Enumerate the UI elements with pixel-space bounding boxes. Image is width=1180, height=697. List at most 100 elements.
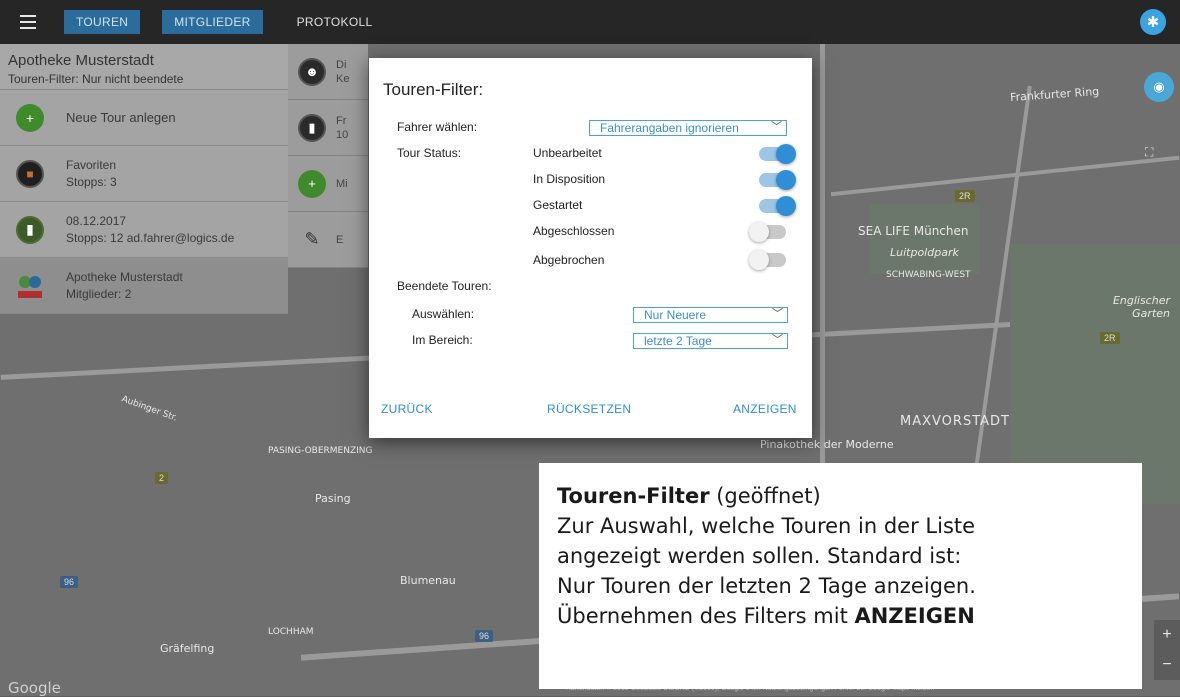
toggle-abgeschlossen[interactable]: [749, 222, 786, 242]
status-label-gestartet: Gestartet: [533, 198, 583, 212]
google-logo: Google: [8, 679, 61, 697]
driver-label: Fahrer wählen:: [397, 120, 478, 134]
finished-tours-label: Beendete Touren:: [397, 279, 492, 293]
chevron-down-icon: ﹀: [772, 308, 783, 320]
toggle-gestartet[interactable]: [759, 196, 796, 216]
list-item[interactable]: Apotheke Musterstadt Mitglieder: 2: [0, 258, 288, 314]
truck-icon: ▮: [16, 215, 44, 244]
list-item-title: 08.12.2017: [66, 213, 127, 228]
map-label: PASING-OBERMENZING: [268, 446, 373, 456]
zoom-out-button[interactable]: −: [1154, 650, 1180, 680]
map-label: Englischer Garten: [1112, 294, 1170, 320]
range-dropdown[interactable]: letzte 2 Tage ﹀: [633, 333, 788, 349]
road-badge: 2: [155, 472, 169, 484]
road-badge: 96: [60, 576, 79, 588]
group-icon: ☻: [298, 57, 326, 86]
list-item-title: E: [336, 233, 344, 246]
driver-select[interactable]: Fahrerangaben ignorieren ﹀: [589, 120, 787, 136]
map-label: Pasing: [315, 492, 351, 505]
map-label: Pinakothek der Moderne: [760, 438, 894, 451]
list-item-title: Fr: [336, 114, 347, 127]
fullscreen-icon[interactable]: ⛶: [1145, 145, 1163, 163]
callout-line: angezeigt werden sollen. Standard ist:: [557, 544, 962, 568]
list-item[interactable]: ▮ 08.12.2017 Stopps: 12 ad.fahrer@logics…: [0, 202, 288, 258]
list-item-subtitle: 10: [336, 128, 349, 141]
range-label: Im Bereich:: [412, 333, 473, 347]
callout-title: Touren-Filter: [557, 484, 710, 508]
select-mode-dropdown[interactable]: Nur Neuere ﹀: [633, 307, 788, 323]
back-button[interactable]: ZURÜCK: [381, 402, 433, 416]
list-item[interactable]: + Mi: [288, 156, 368, 212]
list-item-subtitle: Stopps: 3: [66, 174, 117, 189]
list-item-title: Apotheke Musterstadt: [66, 269, 183, 284]
truck-icon: ▮: [298, 113, 326, 142]
callout-title-suffix: (geöffnet): [709, 484, 821, 508]
list-item[interactable]: ☻ Di Ke: [288, 44, 368, 100]
driver-select-value: Fahrerangaben ignorieren: [600, 121, 739, 135]
detail-panel: ☻ Di Ke ▮ Fr 10 + Mi ✎ E: [288, 44, 368, 268]
new-tour-button[interactable]: + Neue Tour anlegen: [0, 90, 288, 146]
status-label-in-disposition: In Disposition: [533, 172, 606, 186]
map-park: [870, 204, 980, 274]
add-icon: +: [16, 103, 44, 132]
app-toolbar: TOUREN MITGLIEDER PROTOKOLL ✱: [0, 0, 1180, 44]
map-label: Frankfurter Ring: [1009, 84, 1100, 105]
reset-button[interactable]: RÜCKSETZEN: [547, 402, 631, 416]
list-item[interactable]: ■ Favoriten Stopps: 3: [0, 146, 288, 202]
list-item[interactable]: ▮ Fr 10: [288, 100, 368, 156]
status-label-abgeschlossen: Abgeschlossen: [533, 224, 615, 238]
road-badge: 96: [475, 630, 494, 642]
list-header: Apotheke Musterstadt Touren-Filter: Nur …: [0, 44, 288, 90]
new-tour-label: Neue Tour anlegen: [66, 110, 176, 125]
tab-protokoll[interactable]: PROTOKOLL: [285, 10, 385, 34]
select-mode-value: Nur Neuere: [644, 308, 707, 322]
callout-line: Nur Touren der letzten 2 Tage anzeigen.: [557, 574, 976, 598]
favorites-icon: ■: [16, 159, 44, 188]
map-location-icon[interactable]: ◉: [1144, 72, 1174, 102]
list-item-subtitle: Mitglieder: 2: [66, 286, 132, 301]
tab-mitglieder[interactable]: MITGLIEDER: [162, 10, 263, 34]
map-road: [830, 155, 1180, 197]
organization-title: Apotheke Musterstadt: [8, 52, 154, 69]
zoom-in-button[interactable]: +: [1154, 620, 1180, 650]
road-badge: 2R: [955, 190, 975, 202]
toggle-in-disposition[interactable]: [759, 170, 796, 190]
map-label: SCHWABING-WEST: [886, 270, 971, 280]
tour-filter-dialog: Touren-Filter: Fahrer wählen: Fahreranga…: [369, 58, 812, 438]
gear-icon[interactable]: ✱: [1140, 9, 1166, 35]
list-item[interactable]: ✎ E: [288, 212, 368, 268]
pharmacy-logo-icon: [16, 272, 44, 300]
toggle-abgebrochen[interactable]: [749, 250, 786, 270]
map-label: Aubinger Str.: [120, 394, 179, 424]
map-label: Blumenau: [400, 574, 456, 587]
list-item-title: Favoriten: [66, 157, 117, 172]
map-label: Gräfelfing: [160, 642, 215, 655]
status-label-unbearbeitet: Unbearbeitet: [533, 146, 602, 160]
map-label: LOCHHAM: [268, 627, 314, 637]
map-label: SEA LIFE München: [858, 224, 969, 238]
help-callout: Touren-Filter (geöffnet) Zur Auswahl, we…: [539, 463, 1142, 689]
map-label: MAXVORSTADT: [900, 414, 1010, 429]
filter-summary: Touren-Filter: Nur nicht beendete: [8, 72, 184, 86]
chevron-down-icon: ﹀: [772, 334, 783, 346]
range-value: letzte 2 Tage: [644, 334, 712, 348]
list-item-title: Mi: [336, 177, 348, 190]
tour-list-panel: Apotheke Musterstadt Touren-Filter: Nur …: [0, 44, 288, 314]
list-item-subtitle: Ke: [336, 72, 350, 85]
add-icon: +: [298, 169, 326, 198]
tab-touren[interactable]: TOUREN: [64, 10, 141, 34]
callout-line: Übernehmen des Filters mit: [557, 604, 855, 628]
list-item-title: Di: [336, 58, 347, 71]
toggle-unbearbeitet[interactable]: [759, 144, 796, 164]
hamburger-menu-icon[interactable]: [0, 0, 56, 44]
callout-emphasis: ANZEIGEN: [854, 604, 975, 628]
show-button[interactable]: ANZEIGEN: [733, 402, 797, 416]
road-badge: 2R: [1100, 332, 1120, 344]
callout-line: Zur Auswahl, welche Touren in der Liste: [557, 514, 976, 538]
status-label-abgebrochen: Abgebrochen: [533, 253, 605, 267]
chevron-down-icon: ﹀: [771, 121, 782, 133]
pencil-icon: ✎: [304, 229, 320, 249]
map-road: [820, 44, 825, 504]
list-item-subtitle: Stopps: 12 ad.fahrer@logics.de: [66, 230, 235, 245]
select-mode-label: Auswählen:: [412, 307, 475, 321]
